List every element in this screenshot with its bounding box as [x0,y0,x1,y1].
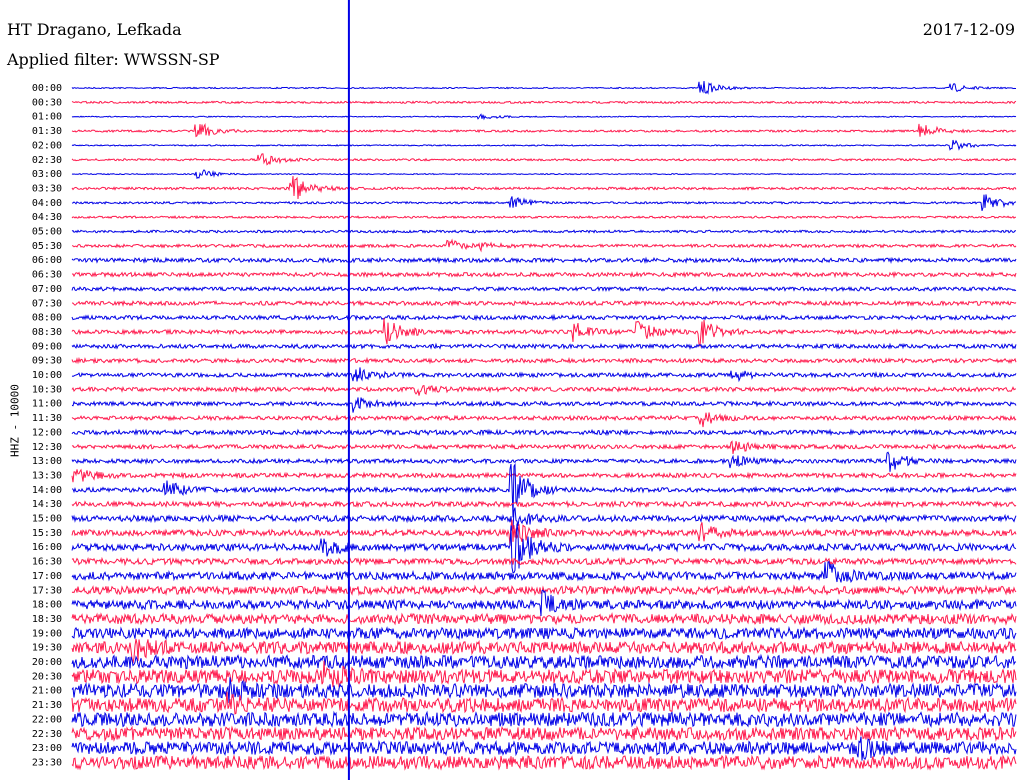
trace-line [71,451,1017,472]
time-tick-label: 08:30 [32,327,62,338]
trace-line [71,229,1016,234]
trace-line [71,499,1017,509]
trace-line [71,299,1017,308]
time-tick-label: 14:30 [32,499,62,510]
time-tick-label: 06:30 [32,270,62,281]
trace-line [71,561,1017,584]
time-tick-label: 03:30 [32,183,62,194]
time-tick-label: 03:00 [32,169,62,180]
time-tick-label: 13:00 [32,456,62,467]
time-tick-label: 07:00 [32,284,62,295]
trace-line [71,100,1017,105]
trace-line [71,440,1017,454]
trace-line [71,139,1017,151]
time-tick-label: 23:00 [32,743,62,754]
trace-line [71,256,1017,264]
time-tick-label: 02:30 [32,155,62,166]
trace-line [71,710,1017,729]
time-tick-label: 07:30 [32,298,62,309]
time-tick-label: 17:30 [32,585,62,596]
trace-line [71,194,1017,211]
time-tick-label: 21:30 [32,700,62,711]
trace-line [71,519,1017,546]
trace-line [71,122,1017,138]
trace-line [71,412,1017,428]
time-tick-label: 20:00 [32,657,62,668]
time-tick-label: 11:00 [32,399,62,410]
time-tick-label: 22:00 [32,714,62,725]
trace-line [71,318,1017,348]
trace-line [71,468,1017,483]
trace-line [71,462,1017,518]
trace-line [71,428,1017,437]
trace-line [71,507,1017,531]
time-tick-label: 15:30 [32,528,62,539]
time-tick-label: 10:00 [32,370,62,381]
trace-line [71,556,1017,567]
time-tick-label: 16:30 [32,557,62,568]
trace-line [71,736,1017,761]
trace-line [71,625,1017,641]
time-tick-label: 05:30 [32,241,62,252]
time-tick-label: 18:00 [32,600,62,611]
trace-line [71,342,1017,351]
trace-line [71,270,1017,279]
time-tick-label: 01:00 [32,112,62,123]
time-tick-label: 20:30 [32,671,62,682]
time-tick-label: 16:00 [32,542,62,553]
trace-line [71,589,1017,617]
time-tick-label: 14:00 [32,485,62,496]
time-tick-label: 09:00 [32,341,62,352]
time-tick-label: 08:00 [32,313,62,324]
trace-line [71,653,1017,671]
trace-line [71,612,1017,626]
seismogram-plot: 00:00 00:30 01:00 01:30 02:00 02:30 03:00 03:30… [32,0,1017,780]
time-tick-label: 19:30 [32,643,62,654]
trace-line [71,523,1017,574]
time-tick-label: 05:00 [32,227,62,238]
time-tick-label: 01:30 [32,126,62,137]
trace-line [71,725,1017,742]
time-tick-label: 13:30 [32,470,62,481]
trace-line [71,215,1016,220]
time-tick-label: 06:00 [32,255,62,266]
trace-line [71,169,1017,180]
time-tick-label: 12:00 [32,427,62,438]
time-tick-label: 00:00 [32,83,62,94]
trace-line [71,385,1016,396]
trace-line [71,691,1017,715]
time-tick-label: 02:00 [32,140,62,151]
time-tick-label: 10:30 [32,384,62,395]
trace-line [71,754,1017,771]
trace-line [71,80,1016,95]
trace-line [71,238,1017,253]
trace-line [71,113,1017,121]
trace-line [71,356,1017,365]
time-tick-label: 15:00 [32,514,62,525]
time-tick-label: 22:30 [32,729,62,740]
time-tick-label: 00:30 [32,97,62,108]
time-tick-label: 09:30 [32,356,62,367]
time-tick-label: 18:30 [32,614,62,625]
time-tick-label: 04:00 [32,198,62,209]
trace-line [71,313,1017,322]
time-tick-label: 11:30 [32,413,62,424]
trace-line [71,153,1017,166]
trace-line [71,397,1017,413]
time-tick-label: 04:30 [32,212,62,223]
trace-line [71,367,1017,383]
trace-line [71,584,1017,597]
trace-line [71,175,1017,200]
trace-line [71,285,1017,293]
time-tick-label: 23:30 [32,757,62,768]
time-tick-label: 12:30 [32,442,62,453]
time-tick-label: 17:00 [32,571,62,582]
time-tick-label: 21:00 [32,686,62,697]
time-tick-label: 19:00 [32,628,62,639]
